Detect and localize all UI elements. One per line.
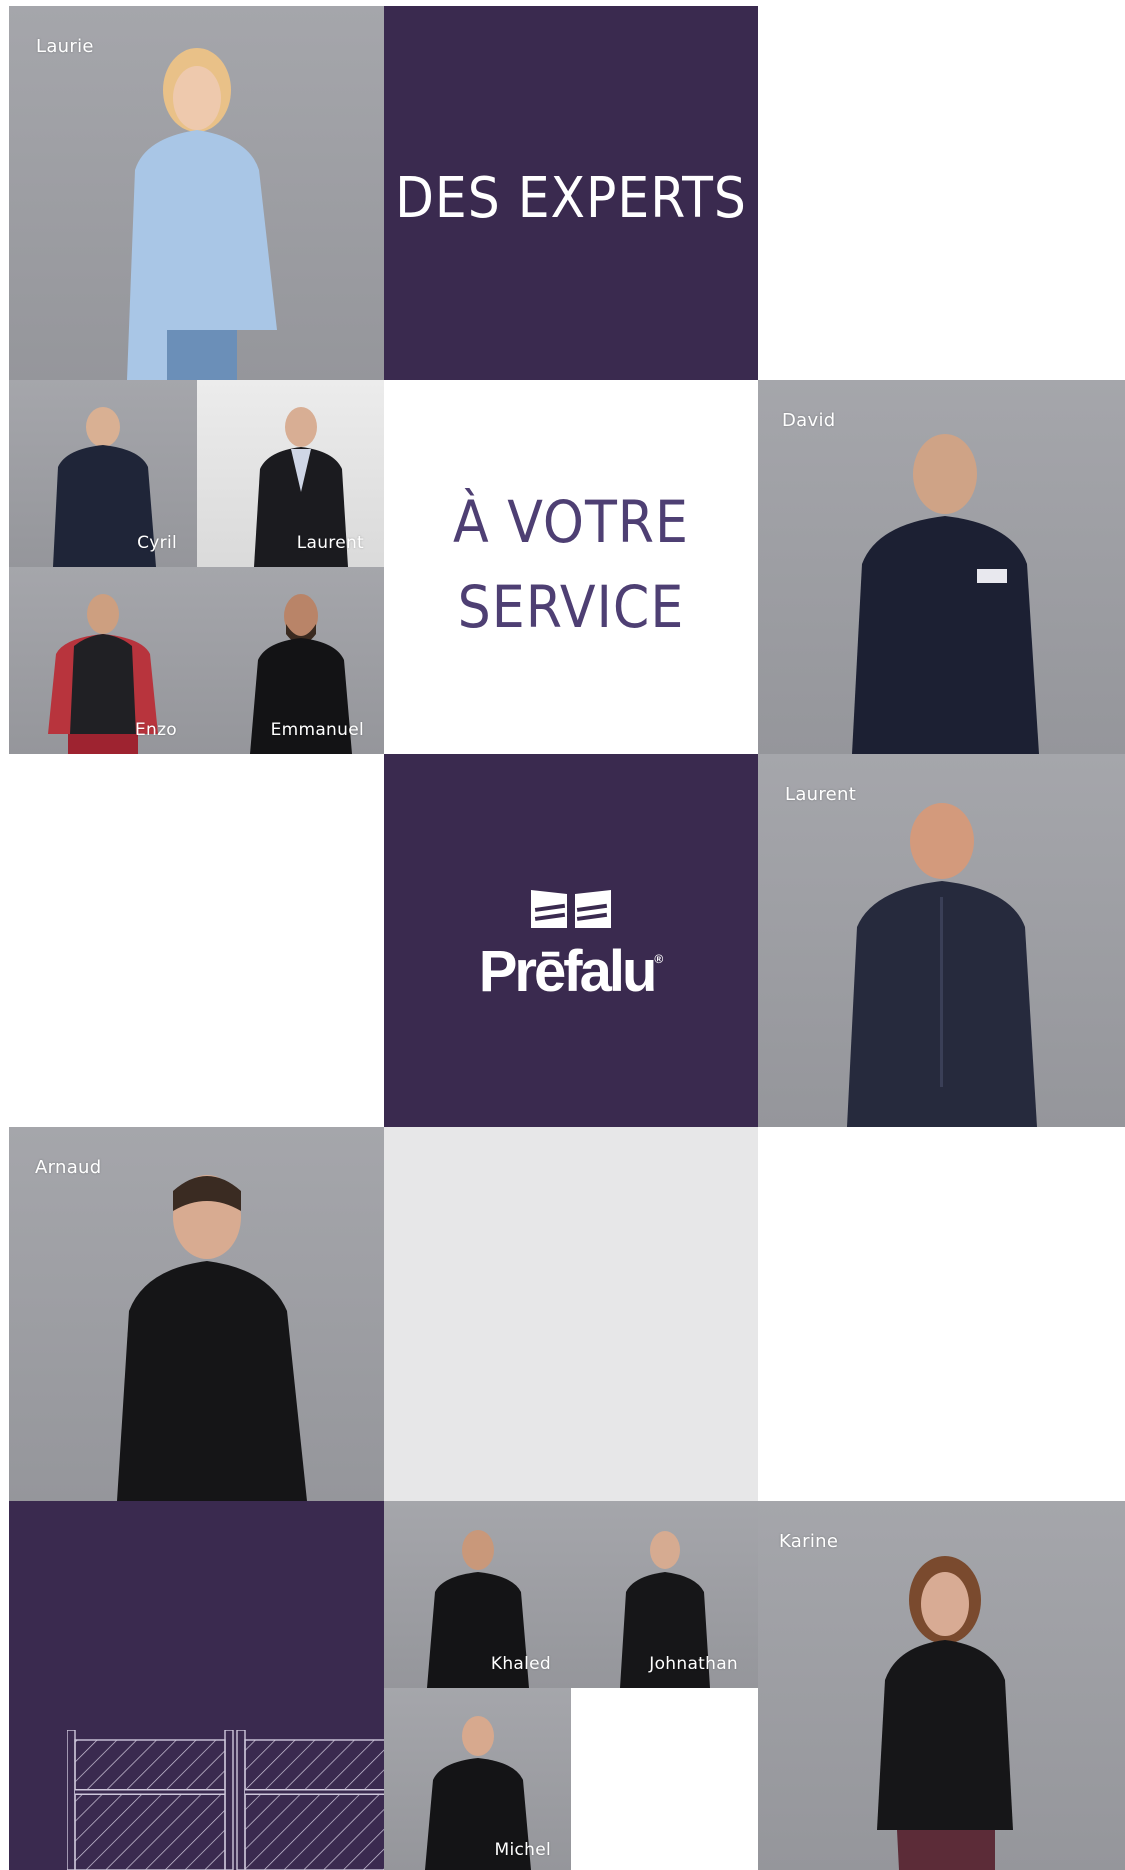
prefalu-logo-icon xyxy=(531,890,611,928)
headline-des-experts: DES EXPERTS xyxy=(395,166,747,231)
team-member-name: David xyxy=(782,410,836,431)
team-member-name: Laurent xyxy=(785,784,857,805)
registered-mark: ® xyxy=(654,952,664,966)
person-silhouette-icon xyxy=(846,803,1037,1127)
portrait-cyril: Cyril xyxy=(9,380,197,567)
portrait-michel: Michel xyxy=(384,1688,571,1870)
portrait-emmanuel: Emmanuel xyxy=(197,567,384,754)
team-member-name: Laurie xyxy=(36,36,94,57)
team-member-name: Emmanuel xyxy=(270,720,364,740)
gate-panel xyxy=(9,1501,384,1870)
person-silhouette-icon xyxy=(876,1556,1013,1870)
team-member-name: Michel xyxy=(494,1840,551,1860)
brand-name: Prēfalu xyxy=(478,939,658,1004)
portrait-laurie: Laurie xyxy=(9,6,384,380)
portrait-karine: Karine xyxy=(758,1501,1125,1870)
team-member-name: Arnaud xyxy=(35,1157,102,1178)
team-member-name: Johnathan xyxy=(649,1654,738,1674)
headline-a-votre: À VOTRE xyxy=(452,488,690,556)
portrait-enzo: Enzo xyxy=(9,567,197,754)
team-member-name: Enzo xyxy=(134,720,177,740)
brand-panel: Prēfalu® xyxy=(384,754,758,1127)
portrait-arnaud: Arnaud xyxy=(9,1127,384,1501)
portrait-laurent-small: Laurent xyxy=(197,380,384,567)
person-silhouette-icon xyxy=(851,434,1039,754)
team-member-name: Laurent xyxy=(296,533,364,553)
team-member-name: Karine xyxy=(779,1531,839,1552)
portrait-david: David xyxy=(758,380,1125,754)
portrait-laurent-large: Laurent xyxy=(758,754,1125,1127)
headline-panel-experts: DES EXPERTS xyxy=(384,6,758,380)
person-silhouette-icon xyxy=(116,1175,307,1501)
empty-panel xyxy=(384,1127,758,1501)
team-member-name: Khaled xyxy=(490,1654,551,1674)
portrait-khaled: Khaled xyxy=(384,1501,571,1688)
portrait-johnathan: Johnathan xyxy=(571,1501,758,1688)
headline-panel-service: À VOTRE SERVICE xyxy=(384,380,758,754)
brand-wordmark: Prēfalu® xyxy=(384,938,758,1005)
person-silhouette-icon xyxy=(126,48,277,380)
team-member-name: Cyril xyxy=(137,533,177,553)
gate-illustration-icon xyxy=(67,1730,384,1870)
headline-service: SERVICE xyxy=(457,573,685,641)
